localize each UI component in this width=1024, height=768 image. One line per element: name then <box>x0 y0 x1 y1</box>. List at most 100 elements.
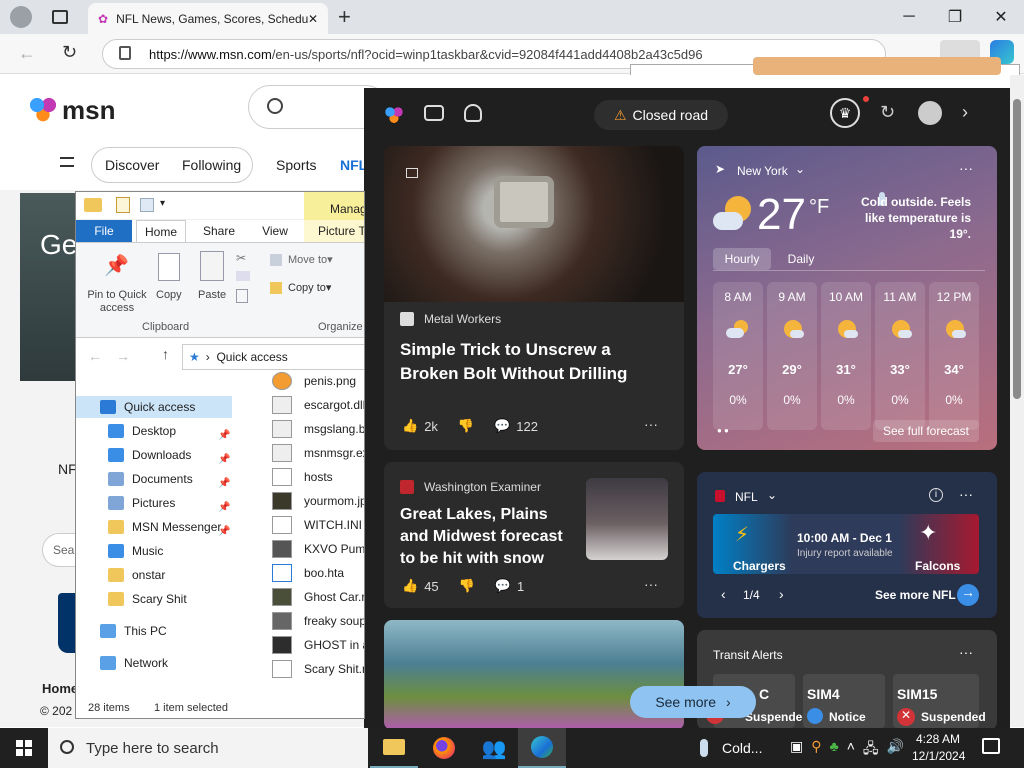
dislike-icon[interactable]: 👎 <box>458 418 474 434</box>
file-item[interactable]: GHOST in a <box>272 634 364 656</box>
file-item[interactable]: msgslang.b <box>272 418 364 440</box>
cut-icon[interactable]: ✂ <box>236 251 246 265</box>
news2-more-button[interactable]: ··· <box>644 576 658 592</box>
tab-picture-tools[interactable]: Picture Tools <box>304 220 364 242</box>
footer-home-link[interactable]: Home <box>42 681 78 696</box>
weather-location[interactable]: New York <box>737 164 788 178</box>
news1-more-button[interactable]: ··· <box>644 416 658 432</box>
prev-icon[interactable]: ‹ <box>721 586 726 602</box>
minimize-button[interactable]: ─ <box>886 0 932 34</box>
nfl-chevron-icon[interactable]: ⌄ <box>767 488 777 502</box>
file-explorer-taskbar-icon[interactable] <box>370 728 418 768</box>
close-tab-icon[interactable]: ✕ <box>308 12 318 26</box>
move-to-button[interactable]: Move to ▾ <box>270 253 333 266</box>
comment-icon[interactable]: 💬 <box>495 578 511 594</box>
edge-taskbar-icon[interactable] <box>518 728 566 768</box>
copy-button[interactable]: Copy <box>156 289 182 301</box>
news-card-1[interactable]: Metal Workers Simple Trick to Unscrew a … <box>384 146 684 450</box>
hero-image[interactable]: Ge <box>20 193 77 381</box>
file-item[interactable]: msnmsgr.ex <box>272 442 364 464</box>
file-item[interactable]: escargot.dll <box>272 394 364 416</box>
tab-msn-nfl[interactable]: ✿ NFL News, Games, Scores, Schedule ✕ <box>88 3 328 34</box>
file-item[interactable]: WITCH.INI <box>272 514 362 536</box>
paste-shortcut-icon[interactable] <box>236 289 248 303</box>
quick-toolbar-chevron-icon[interactable]: ▾ <box>160 198 165 209</box>
dislike-icon[interactable]: 👎 <box>459 578 475 594</box>
nav-sports[interactable]: Sports <box>276 157 316 173</box>
status-pill[interactable]: ⚠ Closed road <box>594 100 728 130</box>
weather-taskbar-widget[interactable]: Cold... <box>686 728 778 768</box>
transit-item-sim4[interactable]: SIM4 Notice <box>803 674 885 728</box>
nav-forward-icon[interactable]: → <box>116 348 130 364</box>
file-item[interactable]: penis.png <box>272 370 356 392</box>
arrow-right-icon[interactable]: → <box>957 584 979 606</box>
copy-to-button[interactable]: Copy to ▾ <box>270 281 331 294</box>
new-tab-button[interactable]: + <box>338 4 351 30</box>
tray-messenger-icon[interactable]: ♣ <box>830 738 839 762</box>
news2-headline[interactable]: Great Lakes, Plains and Midwest forecast… <box>400 504 576 570</box>
profile-icon[interactable] <box>10 6 32 28</box>
refresh-icon[interactable]: ↻ <box>62 42 77 63</box>
back-arrow-icon[interactable]: ← <box>18 43 36 64</box>
messenger-taskbar-icon[interactable]: 👥 <box>470 728 518 768</box>
weather-alert[interactable]: Cold outside. Feels like temperature is … <box>853 194 971 242</box>
tab-home[interactable]: Home <box>136 220 186 242</box>
nfl-card-title[interactable]: NFL <box>735 490 758 504</box>
tray-search-icon[interactable]: ⚲ <box>811 738 821 762</box>
nav-up-icon[interactable]: ↑ <box>162 346 169 362</box>
network-icon[interactable]: 🖧 <box>863 738 879 762</box>
tray-device-icon[interactable]: ▣ <box>790 738 803 762</box>
file-item[interactable]: KXVO Pump <box>272 538 364 560</box>
pin-quick-access-button[interactable]: Pin to Quick access <box>80 289 154 315</box>
page-scrollbar[interactable] <box>1010 75 1024 727</box>
news-card-2[interactable]: Washington Examiner Great Lakes, Plains … <box>384 462 684 608</box>
copy-path-icon[interactable] <box>236 271 250 281</box>
nfl-card[interactable]: NFL ⌄ i ··· ⚡ ✦ 10:00 AM - Dec 1 Injury … <box>697 472 997 618</box>
tab-share[interactable]: Share <box>196 220 242 242</box>
comment-icon[interactable]: 💬 <box>494 418 510 434</box>
file-item[interactable]: freaky soup <box>272 610 364 632</box>
taskbar-search-box[interactable]: Type here to search <box>48 728 368 768</box>
info-icon[interactable]: i <box>929 488 943 502</box>
nav-following[interactable]: Following <box>182 157 241 173</box>
see-more-nfl-link[interactable]: See more NFL <box>875 588 956 602</box>
like-icon[interactable]: 👍 <box>402 578 418 594</box>
tab-actions-icon[interactable] <box>52 10 68 24</box>
start-windows-icon[interactable] <box>0 728 48 768</box>
notification-center-icon[interactable] <box>982 738 1000 754</box>
rewards-trophy-icon[interactable]: ♛ <box>830 98 860 128</box>
taskbar-date[interactable]: 12/1/2024 <box>912 749 965 763</box>
maximize-button[interactable]: ❐ <box>932 0 978 34</box>
paste-button[interactable]: Paste <box>198 289 226 301</box>
widgets-logo-icon[interactable] <box>384 104 404 124</box>
close-window-button[interactable]: ✕ <box>978 0 1024 34</box>
snow-photo[interactable] <box>586 478 668 560</box>
volume-icon[interactable]: 🔊 <box>887 738 904 762</box>
firefox-taskbar-icon[interactable] <box>420 728 468 768</box>
taskbar-time[interactable]: 4:28 AM <box>916 732 960 746</box>
next-icon[interactable]: › <box>779 586 784 602</box>
hourly-tab[interactable]: Hourly <box>713 248 771 270</box>
games-icon[interactable] <box>464 104 482 122</box>
scrollbar-thumb[interactable] <box>1013 99 1021 399</box>
msn-logo-icon[interactable] <box>28 93 58 123</box>
video-icon[interactable] <box>424 105 444 121</box>
new-folder-icon[interactable] <box>140 198 154 212</box>
location-chevron-icon[interactable]: ⌄ <box>795 162 805 176</box>
weather-more-button[interactable]: ··· <box>959 160 973 176</box>
like-icon[interactable]: 👍 <box>402 418 418 434</box>
see-more-button[interactable]: See more › <box>630 686 756 718</box>
bolt-photo[interactable] <box>384 146 684 302</box>
file-item[interactable]: boo.hta <box>272 562 344 584</box>
tab-file[interactable]: File <box>76 220 132 242</box>
refresh-widgets-icon[interactable]: ↻ <box>880 102 895 123</box>
expand-chevron-icon[interactable]: › <box>962 102 968 123</box>
daily-tab[interactable]: Daily <box>779 248 823 270</box>
file-item[interactable]: Ghost Car.n <box>272 586 364 608</box>
msn-logo-text[interactable]: msn <box>62 95 115 126</box>
weather-card[interactable]: ➤ New York ⌄ ··· 27 °F Cold outside. Fee… <box>697 146 997 450</box>
manage-tab-header[interactable]: Manage <box>304 192 364 220</box>
nav-discover[interactable]: Discover <box>105 157 159 173</box>
file-item[interactable]: hosts <box>272 466 333 488</box>
tab-view[interactable]: View <box>252 220 298 242</box>
